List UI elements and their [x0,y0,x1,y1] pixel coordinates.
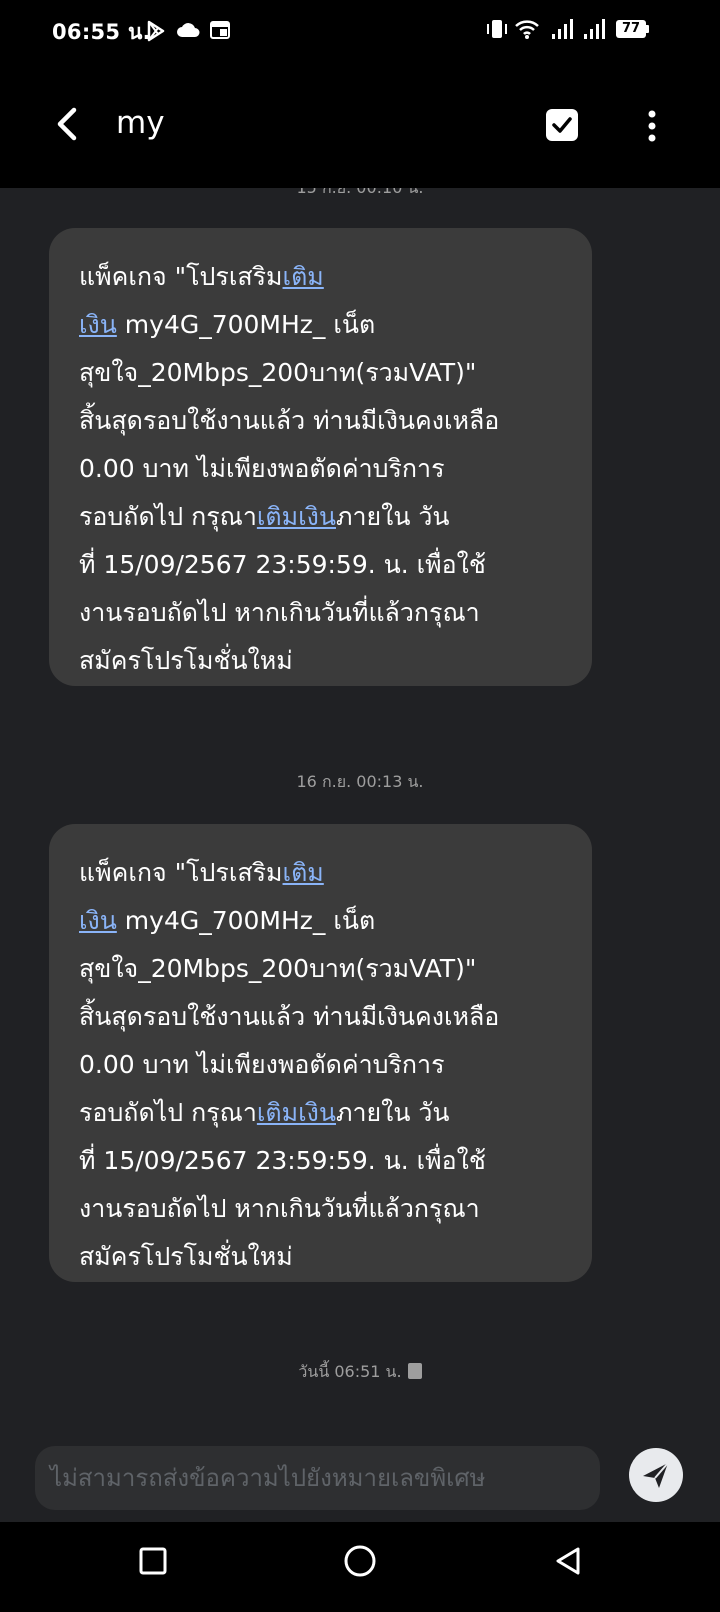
top-up-link[interactable]: เติม [283,858,324,887]
message-input[interactable]: ไม่สามารถส่งข้อความไปยังหมายเลขพิเศษ [35,1446,600,1510]
back-arrow-icon[interactable] [48,104,88,144]
message-line: 0.00 บาท ไม่เพียงพอตัดค่าบริการ [79,454,445,483]
notification-icon [210,21,230,39]
last-message-timestamp: วันนี้ 06:51 น. [0,1360,720,1385]
conversation-title: my [116,105,165,141]
status-bar: 06:55 น. 77 [0,0,720,62]
message-bubble[interactable]: แพ็คเกจ "โปรเสริมเติม เงิน my4G_700MHz_ … [49,824,592,1282]
send-icon [643,1462,669,1488]
vibrate-icon [487,20,507,38]
select-checkbox-icon[interactable] [546,109,578,141]
message-line: สมัครโปรโมชั่นใหม่ [79,1242,293,1271]
back-triangle-icon[interactable] [553,1546,583,1576]
top-up-link[interactable]: เงิน [79,310,117,339]
message-line: แพ็คเกจ "โปรเสริมเติม [79,858,324,887]
message-line: ที่ 15/09/2567 23:59:59. น. เพื่อใช้ [79,550,486,579]
message-line: สิ้นสุดรอบใช้งานแล้ว ท่านมีเงินคงเหลือ [79,406,500,435]
message-line: งานรอบถัดไป หากเกินวันที่แล้วกรุณา [79,598,480,627]
message-thread[interactable]: 15 ก.ย. 00:10 น. แพ็คเกจ "โปรเสริมเติม เ… [0,188,720,1436]
top-up-link[interactable]: เติมเงิน [257,502,336,531]
message-line: งานรอบถัดไป หากเกินวันที่แล้วกรุณา [79,1194,480,1223]
signal-icon [552,19,573,39]
recents-square-icon[interactable] [138,1546,168,1576]
message-line: รอบถัดไป กรุณาเติมเงินภายใน วัน [79,1098,450,1127]
play-store-icon [147,20,165,42]
message-line: สุขใจ_20Mbps_200บาท(รวมVAT)" [79,954,477,983]
signal-icon-2 [584,19,605,39]
nav-bar [0,1522,720,1612]
top-up-link[interactable]: เติมเงิน [257,1098,336,1127]
battery-tip [646,25,649,33]
send-button[interactable] [629,1448,683,1502]
message-line: เงิน my4G_700MHz_ เน็ต [79,906,376,935]
top-up-link[interactable]: เติม [283,262,324,291]
status-time: 06:55 น. [52,20,151,44]
message-timestamp: 16 ก.ย. 00:13 น. [296,772,424,791]
message-line: 0.00 บาท ไม่เพียงพอตัดค่าบริการ [79,1050,445,1079]
message-bubble[interactable]: แพ็คเกจ "โปรเสริมเติม เงิน my4G_700MHz_ … [49,228,592,686]
app-bar: my [0,62,720,188]
message-line: เงิน my4G_700MHz_ เน็ต [79,310,376,339]
more-vert-icon[interactable] [640,106,664,146]
cloud-icon [177,23,200,37]
message-line: สมัครโปรโมชั่นใหม่ [79,646,293,675]
composer: ไม่สามารถส่งข้อความไปยังหมายเลขพิเศษ [0,1436,720,1522]
battery-level: 77 [621,21,641,36]
battery-icon: 77 [616,20,646,38]
sim-card-icon [407,1363,422,1379]
message-line: รอบถัดไป กรุณาเติมเงินภายใน วัน [79,502,450,531]
message-line: ที่ 15/09/2567 23:59:59. น. เพื่อใช้ [79,1146,486,1175]
message-line: สิ้นสุดรอบใช้งานแล้ว ท่านมีเงินคงเหลือ [79,1002,500,1031]
top-up-link[interactable]: เงิน [79,906,117,935]
home-circle-icon[interactable] [343,1544,377,1578]
message-timestamp: 15 ก.ย. 00:10 น. [0,188,720,201]
message-line: แพ็คเกจ "โปรเสริมเติม [79,262,324,291]
message-line: สุขใจ_20Mbps_200บาท(รวมVAT)" [79,358,477,387]
wifi-icon [515,20,539,39]
